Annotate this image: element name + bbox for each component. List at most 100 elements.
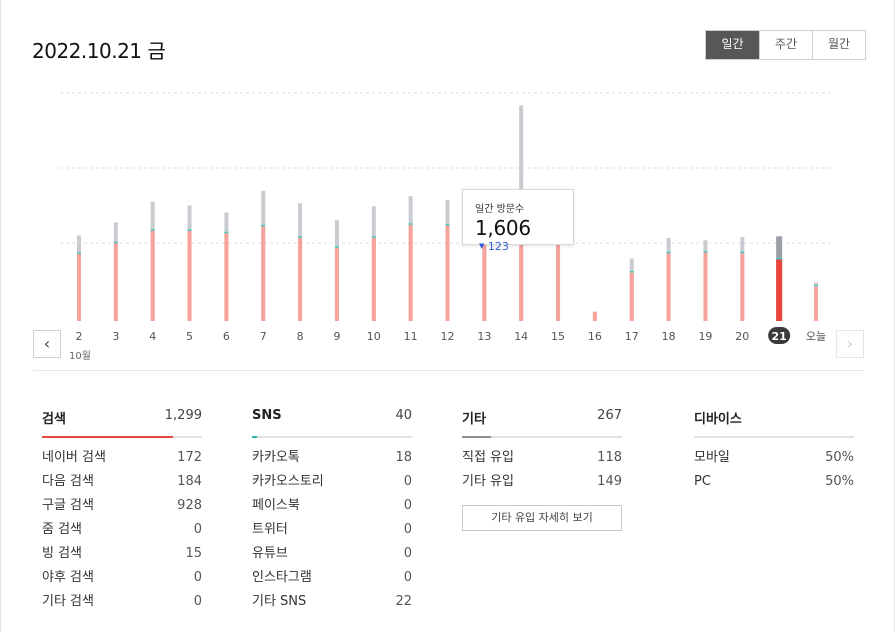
row-label: 기타 검색 — [42, 594, 94, 609]
etc-header: 기타 267 — [462, 408, 622, 428]
row-label: 페이스북 — [252, 498, 300, 513]
row-value: 0 — [403, 498, 412, 513]
row-label: 줌 검색 — [42, 522, 83, 537]
sns-share-bar — [252, 436, 412, 438]
row-label: 카카오톡 — [252, 450, 300, 465]
x-tick-label[interactable]: 7 — [260, 330, 267, 343]
x-tick-label[interactable]: 10 — [367, 330, 381, 343]
x-tick-label[interactable]: 2 — [76, 330, 83, 343]
x-tick-label[interactable]: 8 — [297, 330, 304, 343]
bar-visits[interactable] — [445, 225, 450, 321]
bar-visits[interactable] — [224, 233, 229, 321]
etc-title: 기타 — [462, 412, 486, 427]
x-tick-label[interactable]: 13 — [477, 330, 491, 343]
bar-visits[interactable] — [261, 226, 266, 321]
device-row-mobile: 모바일 50% — [694, 446, 854, 470]
chart-prev-button[interactable]: ‹ — [33, 330, 61, 358]
bar-visits[interactable] — [703, 252, 708, 321]
row-label: 빙 검색 — [42, 546, 83, 561]
x-tick-label[interactable]: 9 — [333, 330, 340, 343]
x-tick-label[interactable]: 11 — [404, 330, 418, 343]
etc-share-bar — [462, 436, 622, 438]
sns-header: SNS 40 — [252, 408, 412, 428]
bar-visits[interactable] — [77, 254, 81, 321]
row-value: 0 — [403, 522, 412, 537]
x-tick-label[interactable]: 3 — [112, 330, 119, 343]
row-label: 인스타그램 — [252, 570, 312, 585]
search-stats: 검색 1,299 네이버 검색 172 다음 검색 184 구글 검색 928 줌 검… — [42, 408, 202, 614]
device-rows: 모바일 50% PC 50% — [694, 446, 854, 494]
x-tick-label[interactable]: 14 — [514, 330, 528, 343]
row-value: 15 — [185, 546, 202, 561]
row-label: 유튜브 — [252, 546, 288, 561]
sns-row-kakaostory: 카카오스토리 0 — [252, 470, 412, 494]
etc-rows: 직접 유입 118 기타 유입 149 — [462, 446, 622, 494]
device-stats: 디바이스 모바일 50% PC 50% — [694, 408, 854, 494]
search-row-yahoo: 야후 검색 0 — [42, 566, 202, 590]
bar-visits[interactable] — [187, 230, 192, 321]
bar-visits[interactable] — [334, 247, 339, 321]
bar-separator — [445, 224, 450, 226]
bar-separator — [77, 252, 81, 255]
x-tick-label[interactable]: 21 — [771, 330, 786, 343]
row-value: 22 — [395, 594, 412, 609]
bar-visits[interactable] — [629, 272, 634, 321]
row-value: 0 — [403, 546, 412, 561]
bar-visits[interactable] — [298, 237, 303, 321]
row-label: 야후 검색 — [42, 570, 94, 585]
bar-visits[interactable] — [814, 286, 818, 321]
bar-separator — [629, 270, 634, 273]
bar-visits[interactable] — [150, 230, 155, 321]
search-header: 검색 1,299 — [42, 408, 202, 428]
row-value: 172 — [177, 450, 202, 465]
row-label: 직접 유입 — [462, 450, 514, 465]
device-row-pc: PC 50% — [694, 470, 854, 494]
tooltip-diff-value: 123 — [487, 240, 509, 253]
sns-row-instagram: 인스타그램 0 — [252, 566, 412, 590]
x-tick-label[interactable]: 19 — [698, 330, 712, 343]
x-tick-label[interactable]: 18 — [662, 330, 676, 343]
etc-row-other: 기타 유입 149 — [462, 470, 622, 494]
etc-row-direct: 직접 유입 118 — [462, 446, 622, 470]
tooltip-diff: ▼ 123 — [479, 240, 509, 253]
row-value: 0 — [193, 570, 202, 585]
row-value: 149 — [597, 474, 622, 489]
month-label: 10월 — [69, 351, 91, 362]
section-divider — [33, 370, 864, 371]
x-tick-label[interactable]: 오늘 — [806, 330, 826, 343]
bar-visits[interactable] — [592, 311, 597, 321]
sns-row-facebook: 페이스북 0 — [252, 494, 412, 518]
x-tick-label[interactable]: 15 — [551, 330, 565, 343]
bar-visits[interactable] — [666, 253, 671, 321]
sns-rows: 카카오톡 18 카카오스토리 0 페이스북 0 트위터 0 유튜브 0 인스타그램 0 기타… — [252, 446, 412, 614]
x-tick-label[interactable]: 4 — [149, 330, 156, 343]
etc-share-fill — [462, 436, 491, 438]
sns-row-etc: 기타 SNS 22 — [252, 590, 412, 614]
bar-visits[interactable] — [776, 259, 783, 321]
bar-visits[interactable] — [371, 237, 376, 321]
x-tick-label[interactable]: 12 — [441, 330, 455, 343]
chart-next-button[interactable]: › — [836, 330, 864, 358]
sns-row-twitter: 트위터 0 — [252, 518, 412, 542]
search-row-naver: 네이버 검색 172 — [42, 446, 202, 470]
bar-separator — [703, 250, 708, 253]
sns-title: SNS — [252, 408, 282, 423]
bar-visits[interactable] — [740, 253, 745, 321]
sns-share-fill — [252, 436, 257, 438]
x-tick-label[interactable]: 16 — [588, 330, 602, 343]
bar-separator — [113, 241, 118, 244]
bar-visits[interactable] — [113, 243, 118, 321]
bar-separator — [224, 231, 229, 234]
device-title: 디바이스 — [694, 412, 742, 427]
chevron-left-icon: ‹ — [43, 334, 51, 353]
x-tick-label[interactable]: 20 — [735, 330, 749, 343]
row-label: 기타 유입 — [462, 474, 514, 489]
sns-row-youtube: 유튜브 0 — [252, 542, 412, 566]
etc-detail-button[interactable]: 기타 유입 자세히 보기 — [462, 505, 622, 531]
bar-separator — [334, 246, 339, 248]
caret-down-icon: ▼ — [479, 242, 485, 250]
x-tick-label[interactable]: 5 — [186, 330, 193, 343]
x-tick-label[interactable]: 17 — [625, 330, 639, 343]
x-tick-label[interactable]: 6 — [223, 330, 230, 343]
bar-visits[interactable] — [408, 224, 413, 321]
